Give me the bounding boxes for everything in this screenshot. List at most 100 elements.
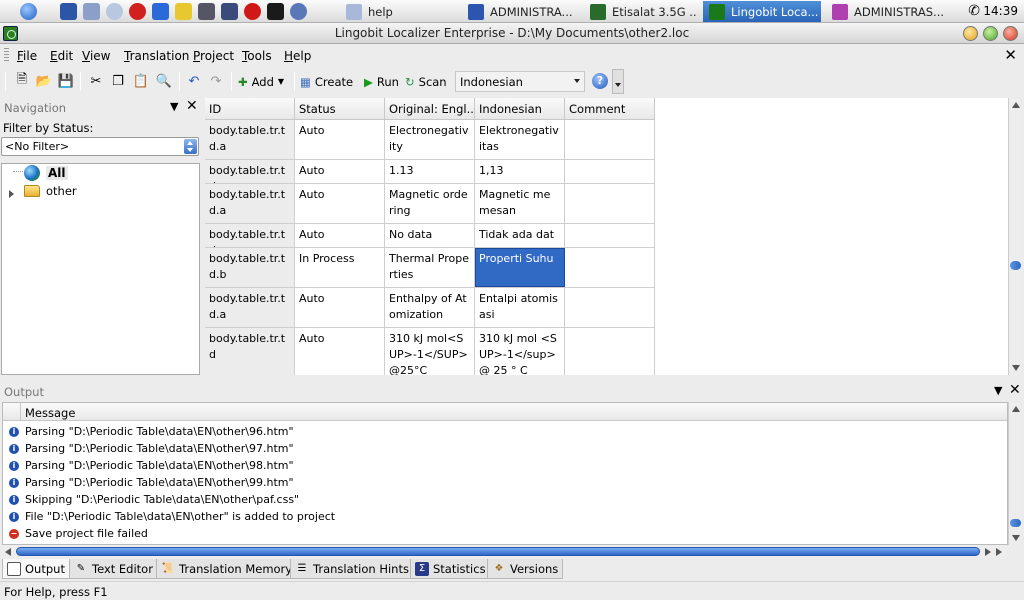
cell-original[interactable]: 1.13 xyxy=(385,160,475,183)
cell-status[interactable]: Auto xyxy=(295,288,385,327)
menu-tools[interactable]: Tools xyxy=(242,49,272,63)
scroll-right-arrow-icon[interactable] xyxy=(996,548,1002,556)
antivirus-icon[interactable] xyxy=(129,3,146,20)
scroll-up-arrow-icon[interactable] xyxy=(1012,406,1020,412)
media-player-icon[interactable] xyxy=(267,3,284,20)
close-document-icon[interactable]: ✕ xyxy=(1004,46,1017,64)
scan-button[interactable]: ↻ Scan xyxy=(405,72,447,91)
table-row[interactable]: body.table.tr.td Auto No data Tidak ada … xyxy=(205,224,655,248)
menu-help[interactable]: Help xyxy=(284,49,311,63)
close-icon[interactable]: ✕ xyxy=(1009,382,1021,398)
cell-comment[interactable] xyxy=(565,224,655,247)
task-administras-paint[interactable]: ADMINISTRAS... xyxy=(826,1,944,22)
pin-icon[interactable]: ▼ xyxy=(170,100,178,113)
menu-edit[interactable]: Edit xyxy=(50,49,73,63)
help-tool-icon[interactable] xyxy=(175,3,192,20)
table-row[interactable]: body.table.tr.td.a Auto Enthalpy of Atom… xyxy=(205,288,655,328)
open-folder-icon[interactable]: 📂 xyxy=(36,73,52,89)
cell-translation[interactable]: 1,13 xyxy=(475,160,565,183)
cell-id[interactable]: body.table.tr.td.a xyxy=(205,184,295,223)
show-desktop-icon[interactable] xyxy=(60,3,77,20)
column-header-message[interactable]: Message xyxy=(25,406,75,420)
menu-grip[interactable] xyxy=(4,48,9,63)
help-icon[interactable]: ? xyxy=(592,73,608,89)
spinner-arrows-icon[interactable] xyxy=(184,139,197,154)
save-icon[interactable]: 💾 xyxy=(58,73,74,89)
cell-comment[interactable] xyxy=(565,288,655,327)
redo-icon[interactable]: ↷ xyxy=(208,73,224,89)
scroll-up-arrow-icon[interactable] xyxy=(1012,102,1020,108)
scroll-left-arrow-icon[interactable] xyxy=(5,548,11,556)
scroll-thumb[interactable] xyxy=(1010,261,1021,270)
scroll-thumb[interactable] xyxy=(16,547,980,556)
tab-translation-memory[interactable]: 📜 Translation Memory xyxy=(156,559,298,579)
scroll-thumb[interactable] xyxy=(1010,519,1021,527)
minimize-button[interactable] xyxy=(963,26,978,41)
cell-translation[interactable]: Entalpi atomisasi xyxy=(475,288,565,327)
cell-status[interactable]: Auto xyxy=(295,160,385,183)
cell-status[interactable]: Auto xyxy=(295,224,385,247)
task-administra-word[interactable]: ADMINISTRA... xyxy=(462,1,574,22)
output-vertical-scrollbar[interactable] xyxy=(1008,402,1021,545)
cell-translation[interactable]: Tidak ada data xyxy=(475,224,565,247)
cell-status[interactable]: Auto xyxy=(295,184,385,223)
tab-text-editor[interactable]: ✎ Text Editor xyxy=(69,559,158,579)
add-button[interactable]: ✚ Add ▼ xyxy=(238,72,284,91)
file-manager-icon[interactable] xyxy=(83,3,100,20)
search-icon[interactable] xyxy=(106,3,123,20)
menu-translation[interactable]: Translation xyxy=(124,49,189,63)
output-horizontal-scrollbar[interactable] xyxy=(2,545,1008,558)
cell-original[interactable]: Electronegativity xyxy=(385,120,475,159)
task-lingobit[interactable]: Lingobit Loca... xyxy=(703,1,821,22)
opera-browser-icon[interactable] xyxy=(244,3,261,20)
cell-translation-selected[interactable]: Properti Suhu xyxy=(475,248,565,287)
filter-status-select[interactable]: <No Filter> xyxy=(1,137,199,156)
cell-id[interactable]: body.table.tr.td xyxy=(205,328,295,375)
cell-translation[interactable]: Elektronegativitas xyxy=(475,120,565,159)
task-help[interactable]: help xyxy=(340,1,440,22)
cell-original[interactable]: 310 kJ mol<SUP>-1</SUP> @25°C xyxy=(385,328,475,375)
cell-comment[interactable] xyxy=(565,328,655,375)
cell-comment[interactable] xyxy=(565,160,655,183)
cell-status[interactable]: Auto xyxy=(295,120,385,159)
cell-id[interactable]: body.table.tr.td.a xyxy=(205,288,295,327)
scroll-right-arrow-icon[interactable] xyxy=(985,548,991,556)
cell-original[interactable]: Thermal Properties xyxy=(385,248,475,287)
table-row[interactable]: body.table.tr.td.a Auto Electronegativit… xyxy=(205,120,655,160)
tree-item-all[interactable]: All xyxy=(24,164,68,182)
column-header-comment[interactable]: Comment xyxy=(565,98,655,120)
expand-arrow-icon[interactable] xyxy=(9,190,14,198)
menu-project[interactable]: Project xyxy=(193,49,234,63)
tab-translation-hints[interactable]: ☰ Translation Hints xyxy=(290,559,414,579)
menu-view[interactable]: View xyxy=(82,49,110,63)
column-header-original[interactable]: Original: Engl... xyxy=(385,98,475,120)
close-icon[interactable]: ✕ xyxy=(186,98,198,114)
find-icon[interactable]: 🔍 xyxy=(156,73,172,89)
window-titlebar[interactable]: Lingobit Localizer Enterprise - D:\My Do… xyxy=(0,23,1024,44)
cell-comment[interactable] xyxy=(565,184,655,223)
maximize-button[interactable] xyxy=(983,26,998,41)
pin-icon[interactable]: ▼ xyxy=(994,384,1002,397)
cell-comment[interactable] xyxy=(565,248,655,287)
language-select[interactable]: Indonesian xyxy=(455,71,585,92)
cell-id[interactable]: body.table.tr.td.b xyxy=(205,248,295,287)
clock[interactable]: 14:39 xyxy=(983,4,1018,18)
grid-vertical-scrollbar[interactable] xyxy=(1008,98,1021,375)
create-button[interactable]: ▦ Create xyxy=(300,72,353,91)
tab-versions[interactable]: ❖ Versions xyxy=(487,559,564,579)
tree-item-other[interactable]: other xyxy=(24,182,77,200)
scroll-down-arrow-icon[interactable] xyxy=(1012,535,1020,541)
scroll-down-arrow-icon[interactable] xyxy=(1012,365,1020,371)
notes-icon[interactable] xyxy=(198,3,215,20)
new-file-icon[interactable]: 🗎 xyxy=(14,72,30,89)
cell-translation[interactable]: Magnetic memesan xyxy=(475,184,565,223)
table-row[interactable]: body.table.tr.td Auto 1.13 1,13 xyxy=(205,160,655,184)
cell-id[interactable]: body.table.tr.td xyxy=(205,224,295,247)
web-editor-icon[interactable] xyxy=(152,3,169,20)
task-etisalat[interactable]: Etisalat 3.5G ... xyxy=(584,1,696,22)
column-header-indonesian[interactable]: Indonesian xyxy=(475,98,565,120)
column-header-id[interactable]: ID xyxy=(205,98,295,120)
cell-original[interactable]: Enthalpy of Atomization xyxy=(385,288,475,327)
tab-statistics[interactable]: Σ Statistics xyxy=(410,559,491,579)
menu-file[interactable]: File xyxy=(17,49,37,63)
